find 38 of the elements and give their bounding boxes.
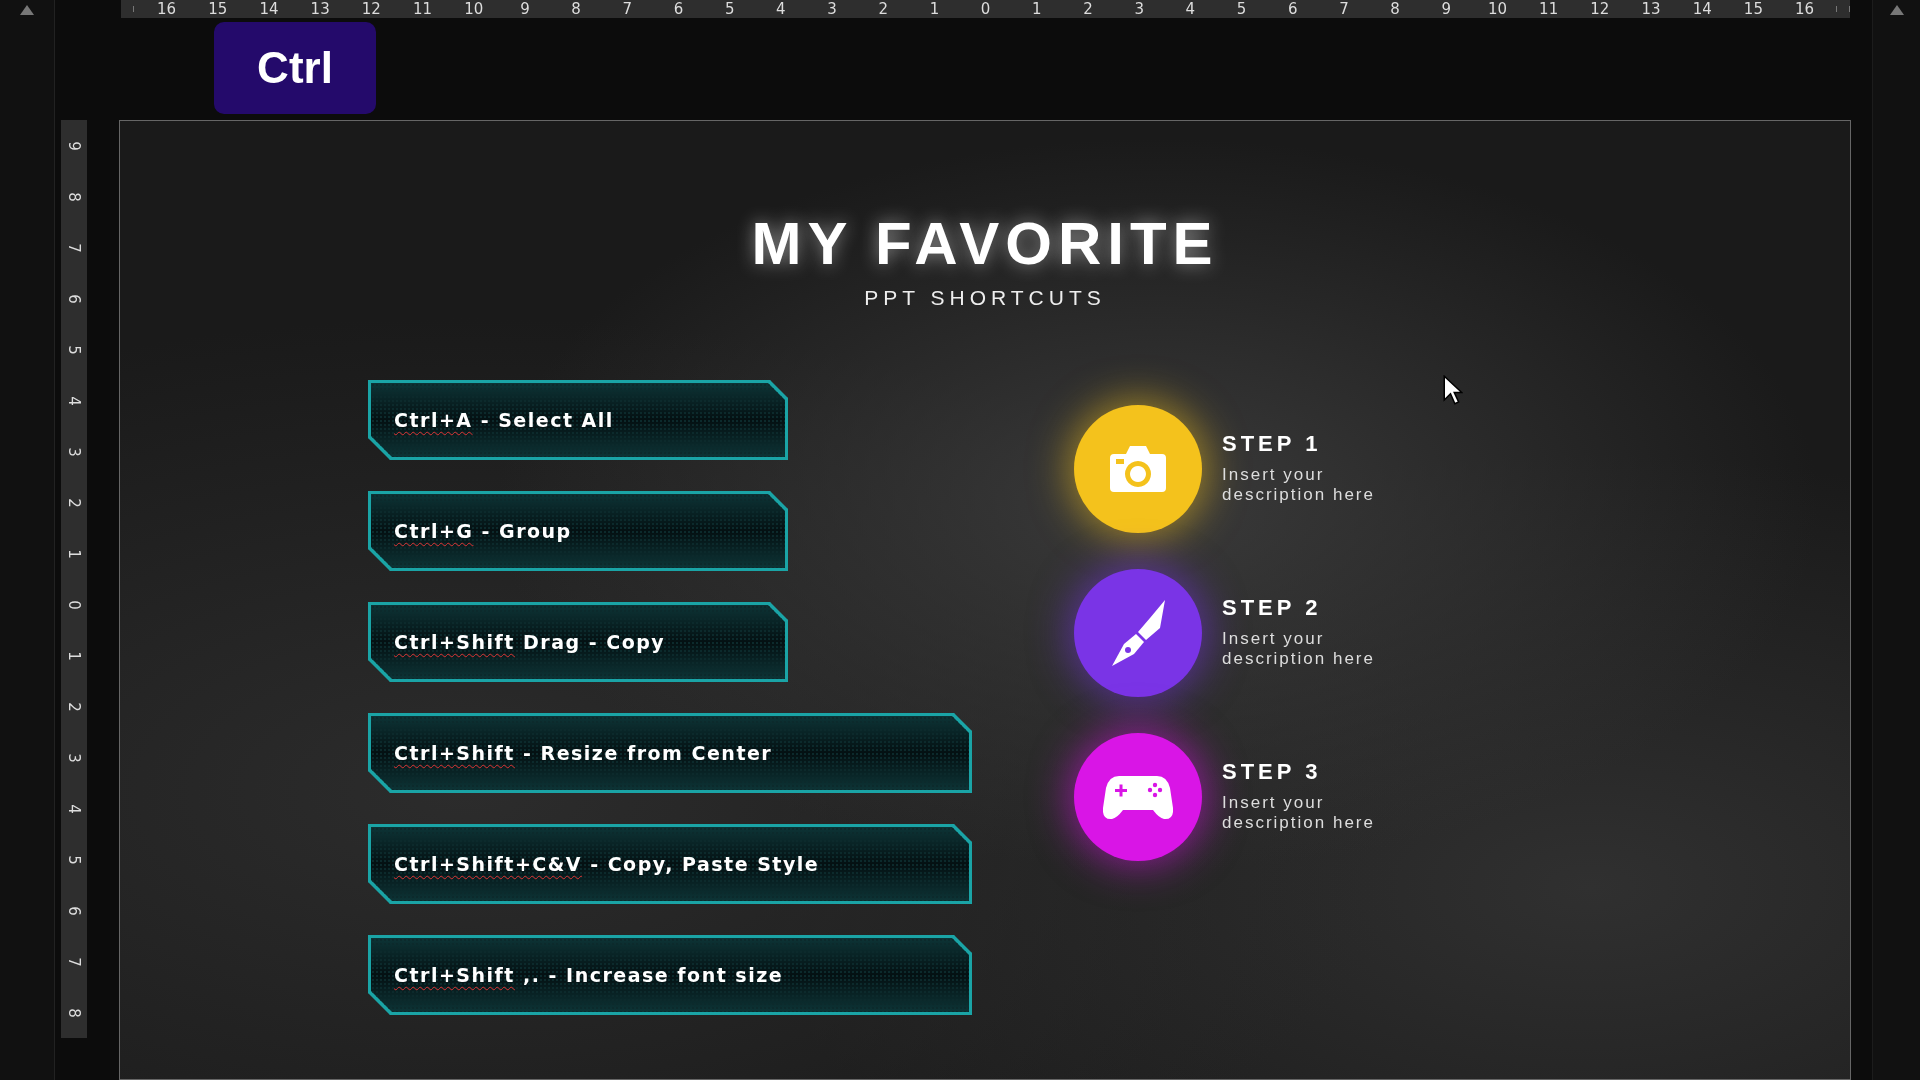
shortcut-banner: Ctrl+A - Select All [368, 380, 788, 460]
step-title: STEP 2 [1222, 595, 1323, 621]
ruler-number: 2 [65, 701, 83, 712]
ruler-number: 2 [65, 497, 83, 508]
shortcut-banner: Ctrl+Shift ,. - Increase font size [368, 935, 972, 1015]
scroll-up-icon[interactable] [20, 5, 34, 15]
ruler-number: 1 [65, 548, 83, 559]
slide-title: MY FAVORITE [751, 209, 1219, 278]
step-title: STEP 1 [1222, 431, 1323, 457]
ruler-number: 3 [65, 446, 83, 457]
slide-subtitle: PPT SHORTCUTS [864, 286, 1106, 310]
step-title: STEP 3 [1222, 759, 1323, 785]
shortcut-banner: Ctrl+Shift Drag - Copy [368, 602, 788, 682]
scroll-up-icon[interactable] [1889, 5, 1904, 15]
ruler-number: 5 [65, 854, 83, 865]
step-description: Insert your description here [1222, 465, 1376, 505]
gamepad-icon [1103, 774, 1173, 820]
mouse-pointer-icon [1443, 375, 1463, 405]
ruler-number: 9 [65, 140, 83, 151]
ruler-number: 8 [65, 191, 83, 202]
camera-icon [1110, 446, 1166, 492]
ruler-number: 0 [65, 599, 83, 610]
ruler-number: 3 [65, 752, 83, 763]
ruler-number: 8 [65, 1007, 83, 1018]
ruler-number: 5 [65, 344, 83, 355]
ruler-number: 7 [65, 956, 83, 967]
shortcut-banner: Ctrl+G - Group [368, 491, 788, 571]
shortcut-banner: Ctrl+Shift - Resize from Center [368, 713, 972, 793]
step-description: Insert your description here [1222, 629, 1376, 669]
shortcut-banner: Ctrl+Shift+C&V - Copy, Paste Style [368, 824, 972, 904]
ruler-number: 4 [65, 803, 83, 814]
step-description: Insert your description here [1222, 793, 1376, 833]
ruler-number: 6 [65, 293, 83, 304]
ruler-number: 1 [65, 650, 83, 661]
key-overlay: Ctrl [214, 22, 376, 115]
ruler-number: 4 [65, 395, 83, 406]
ruler-number: 6 [65, 905, 83, 916]
ruler-number: 7 [65, 242, 83, 253]
